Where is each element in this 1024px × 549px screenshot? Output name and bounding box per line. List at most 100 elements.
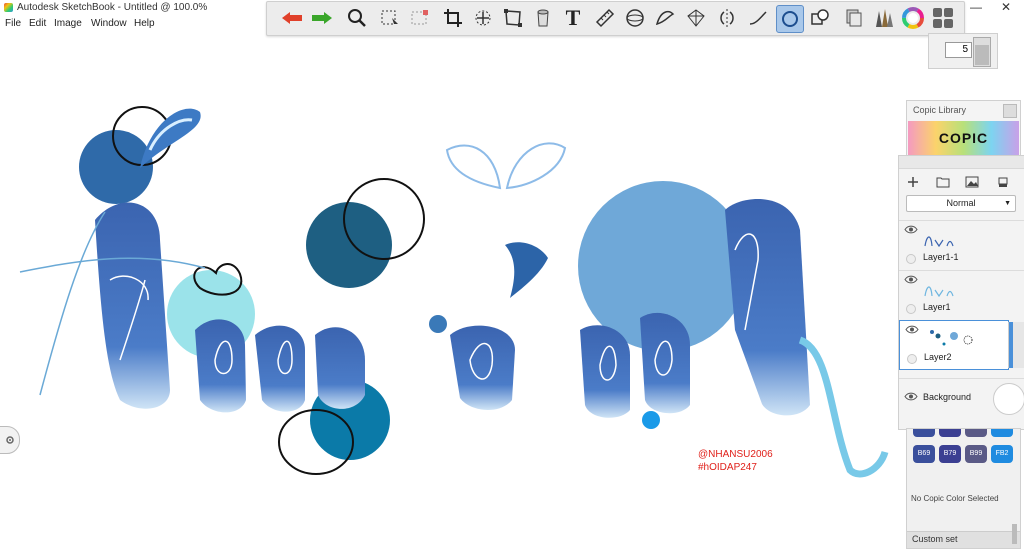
copic-library-title: Copic Library xyxy=(913,105,967,115)
color-wheel-icon xyxy=(902,7,924,29)
symmetry-icon xyxy=(720,9,734,27)
transform-tool[interactable] xyxy=(470,5,496,31)
crop-icon xyxy=(444,9,462,27)
zoom-tool[interactable] xyxy=(344,5,370,31)
layers-icon xyxy=(846,9,862,27)
color-swatch[interactable] xyxy=(939,429,961,437)
layers-panel-grip[interactable] xyxy=(899,156,1024,169)
french-curve-icon xyxy=(655,10,675,26)
drawing-canvas[interactable] xyxy=(0,0,1024,547)
copic-scrollbar[interactable] xyxy=(1012,524,1017,544)
copic-library-close-button[interactable] xyxy=(1003,104,1017,118)
brushes-icon xyxy=(876,9,893,27)
eye-icon[interactable] xyxy=(904,392,918,401)
gear-icon xyxy=(6,436,14,444)
french-curve-tool[interactable] xyxy=(652,5,678,31)
layer-thumbnail xyxy=(924,286,954,298)
distort-icon xyxy=(504,9,522,27)
brush-size-control[interactable]: 5 xyxy=(928,33,998,69)
background-color-swatch[interactable] xyxy=(993,383,1024,415)
shapes-tool[interactable] xyxy=(807,5,833,31)
copic-status-text: No Copic Color Selected xyxy=(911,494,999,503)
shapes-icon xyxy=(811,9,829,25)
layer-name: Layer1 xyxy=(923,302,951,312)
lasso-select-tool[interactable] xyxy=(407,5,433,31)
distort-tool[interactable] xyxy=(500,5,526,31)
redo-button[interactable] xyxy=(309,5,335,31)
color-swatch-b99[interactable]: B99 xyxy=(965,445,987,463)
layer-name: Layer1-1 xyxy=(923,252,959,262)
layer-radio[interactable] xyxy=(907,354,917,364)
brush-size-value[interactable]: 5 xyxy=(945,42,972,58)
magnifier-icon xyxy=(348,9,366,27)
custom-set-bar[interactable]: Custom set xyxy=(907,524,1020,548)
undo-button[interactable] xyxy=(279,5,305,31)
background-layer-row[interactable]: Background xyxy=(899,378,1024,421)
stroke-tool[interactable] xyxy=(745,5,771,31)
layer-row-selected[interactable]: Layer2 xyxy=(899,320,1009,370)
color-swatch[interactable] xyxy=(991,429,1013,437)
ellipse-guide-tool[interactable] xyxy=(622,5,648,31)
layer-radio[interactable] xyxy=(906,254,916,264)
eye-icon[interactable] xyxy=(904,275,918,284)
brushes-toggle[interactable] xyxy=(870,5,896,31)
blend-mode-value: Normal xyxy=(946,198,976,208)
menu-file[interactable]: File xyxy=(5,18,21,29)
brush-size-slider[interactable] xyxy=(973,37,991,67)
close-button[interactable]: ✕ xyxy=(986,0,1024,16)
add-image-button[interactable] xyxy=(964,175,980,189)
add-layer-button[interactable] xyxy=(905,175,921,189)
eye-icon[interactable] xyxy=(904,225,918,234)
layers-toggle[interactable] xyxy=(841,5,867,31)
ruler-tool[interactable] xyxy=(592,5,618,31)
bucket-icon xyxy=(537,9,549,27)
background-layer-name: Background xyxy=(923,392,972,402)
layer-row[interactable]: Layer1-1 xyxy=(899,220,1024,269)
fill-tool[interactable] xyxy=(530,5,556,31)
menu-image[interactable]: Image xyxy=(54,18,82,29)
undo-arrow-icon xyxy=(282,12,302,24)
layer-name: Layer2 xyxy=(924,352,952,362)
dashed-selection-icon xyxy=(411,10,428,25)
symmetry-tool[interactable] xyxy=(714,5,740,31)
eye-icon[interactable] xyxy=(905,325,919,334)
layer-properties-tab[interactable] xyxy=(1008,322,1024,368)
color-swatch-fb2[interactable]: FB2 xyxy=(991,445,1013,463)
blend-mode-select[interactable]: Normal ▼ xyxy=(906,195,1016,212)
layer-thumbnail xyxy=(930,330,973,346)
window-title: Autodesk SketchBook - Untitled @ 100.0% xyxy=(17,2,208,13)
grid-squares-icon xyxy=(933,8,953,28)
app-logo-icon xyxy=(4,3,13,12)
clear-layer-button[interactable] xyxy=(995,175,1011,189)
color-swatch-b69[interactable]: B69 xyxy=(913,445,935,463)
layer-row[interactable]: Layer1 xyxy=(899,270,1024,319)
menu-edit[interactable]: Edit xyxy=(29,18,46,29)
perspective-tool[interactable] xyxy=(683,5,709,31)
folder-icon xyxy=(936,177,950,188)
ruler-icon xyxy=(595,8,615,28)
select-tool[interactable] xyxy=(377,5,403,31)
circle-stroke-icon xyxy=(782,11,798,27)
image-icon xyxy=(965,176,979,188)
text-icon: T xyxy=(565,5,581,30)
text-tool[interactable]: T xyxy=(560,5,586,31)
copic-logo: COPIC xyxy=(908,121,1019,155)
add-group-button[interactable] xyxy=(935,175,951,189)
selection-marquee-icon xyxy=(381,10,398,25)
watermark-line-1: @NHANSU2006 xyxy=(698,449,773,460)
color-swatch[interactable] xyxy=(913,429,935,437)
layer-radio[interactable] xyxy=(906,304,916,314)
copic-colors-panel: B69 B79 B99 FB2 No Copic Color Selected … xyxy=(906,428,1021,549)
transform-icon xyxy=(475,10,491,26)
crop-tool[interactable] xyxy=(440,5,466,31)
copic-library-panel: Copic Library COPIC xyxy=(906,100,1021,157)
color-swatch[interactable] xyxy=(965,429,987,437)
color-wheel-toggle[interactable] xyxy=(900,5,926,31)
color-swatch-b79[interactable]: B79 xyxy=(939,445,961,463)
ellipse-guide-icon xyxy=(626,9,644,27)
menu-help[interactable]: Help xyxy=(134,18,155,29)
predictive-stroke-tool[interactable] xyxy=(776,5,804,33)
menu-window[interactable]: Window xyxy=(91,18,127,29)
copic-library-toggle[interactable] xyxy=(930,5,956,31)
main-toolbar: T xyxy=(266,1,965,36)
